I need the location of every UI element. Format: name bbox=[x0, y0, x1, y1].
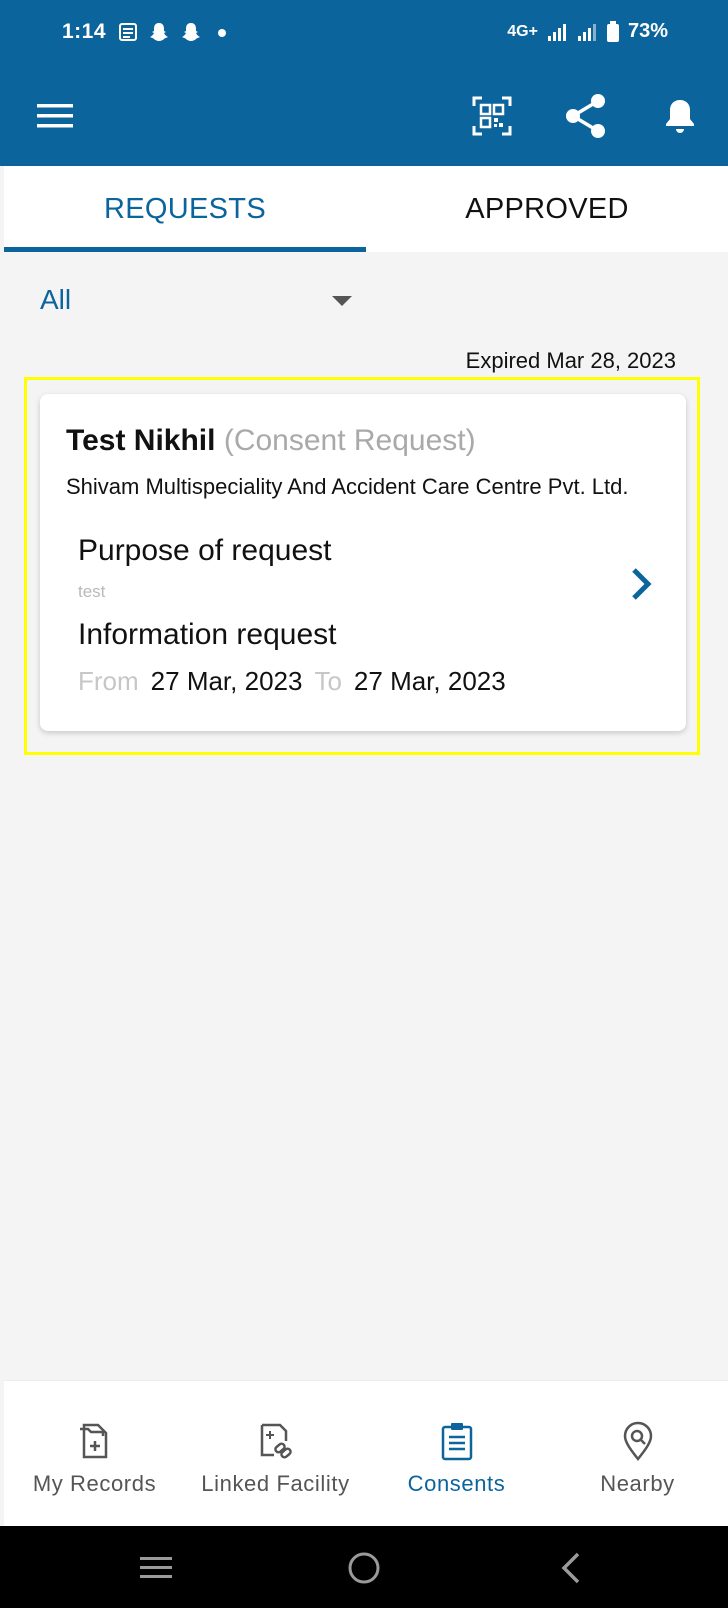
menu-button[interactable] bbox=[27, 88, 83, 144]
battery-level: 73% bbox=[627, 20, 668, 42]
facility-name: Shivam Multispeciality And Accident Care… bbox=[66, 474, 629, 499]
nav-label: Linked Facility bbox=[201, 1471, 350, 1496]
expired-label: Expired Mar 28, 2023 bbox=[465, 348, 676, 373]
menu-icon bbox=[37, 104, 73, 128]
nearby-icon bbox=[623, 1421, 652, 1461]
nav-label: Nearby bbox=[600, 1471, 675, 1496]
request-title: Test Nikhil (Consent Request) bbox=[66, 424, 476, 458]
home-icon bbox=[348, 1552, 380, 1584]
share-button[interactable] bbox=[558, 88, 614, 144]
network-type: 4G+ bbox=[507, 22, 538, 40]
status-bar: 1:14 4G+ 73% bbox=[0, 0, 728, 66]
recent-apps-icon bbox=[140, 1557, 172, 1578]
nav-linked-facility[interactable]: Linked Facility bbox=[185, 1381, 366, 1526]
bottom-navigation: My Records Linked Facility Consents Near… bbox=[4, 1380, 728, 1526]
to-label: To bbox=[314, 666, 342, 696]
nav-consents[interactable]: Consents bbox=[366, 1381, 547, 1526]
system-navigation-bar bbox=[0, 1526, 728, 1608]
filter-dropdown[interactable]: All bbox=[40, 276, 360, 324]
battery-icon bbox=[606, 20, 619, 42]
signal-icon bbox=[577, 23, 596, 41]
linked-facility-icon bbox=[260, 1423, 292, 1459]
app-bar bbox=[0, 66, 728, 166]
bell-icon bbox=[666, 100, 694, 133]
request-type: (Consent Request) bbox=[223, 424, 476, 457]
tab-requests[interactable]: REQUESTS bbox=[4, 166, 366, 252]
filter-selected: All bbox=[40, 284, 72, 315]
open-request-button[interactable] bbox=[624, 562, 660, 606]
home-button[interactable] bbox=[342, 1546, 386, 1590]
signal-icon bbox=[547, 23, 566, 41]
caret-down-icon bbox=[332, 296, 352, 306]
notification-icons bbox=[118, 21, 232, 43]
recent-apps-button[interactable] bbox=[134, 1546, 178, 1590]
back-icon bbox=[561, 1552, 580, 1584]
tab-approved[interactable]: APPROVED bbox=[366, 166, 728, 252]
from-date: 27 Mar, 2023 bbox=[150, 666, 303, 696]
news-icon bbox=[119, 23, 137, 41]
notifications-button[interactable] bbox=[652, 88, 708, 144]
status-right: 4G+ 73% bbox=[507, 20, 668, 43]
nav-nearby[interactable]: Nearby bbox=[547, 1381, 728, 1526]
qr-code-icon bbox=[472, 96, 512, 136]
information-request-label: Information request bbox=[78, 618, 337, 651]
purpose-label: Purpose of request bbox=[78, 534, 332, 567]
from-label: From bbox=[78, 666, 139, 696]
purpose-value: test bbox=[78, 582, 106, 601]
dot-icon bbox=[218, 29, 226, 37]
consent-tabs: REQUESTS APPROVED bbox=[4, 166, 728, 252]
nav-label: My Records bbox=[32, 1471, 157, 1496]
nav-my-records[interactable]: My Records bbox=[4, 1381, 185, 1526]
share-icon bbox=[566, 94, 605, 138]
consent-request-card[interactable]: Test Nikhil (Consent Request) Shivam Mul… bbox=[40, 394, 686, 731]
chevron-right-icon bbox=[632, 568, 652, 600]
snapchat-icon bbox=[150, 23, 168, 41]
requester-name: Test Nikhil bbox=[66, 424, 216, 457]
status-time: 1:14 bbox=[62, 20, 107, 43]
qr-code-button[interactable] bbox=[464, 88, 520, 144]
consents-icon bbox=[441, 1423, 472, 1461]
snapchat-icon bbox=[182, 23, 200, 41]
nav-label: Consents bbox=[407, 1471, 506, 1496]
records-icon bbox=[79, 1423, 107, 1459]
to-date: 27 Mar, 2023 bbox=[353, 666, 506, 696]
date-range: From 27 Mar, 2023 To 27 Mar, 2023 bbox=[78, 666, 506, 697]
back-button[interactable] bbox=[549, 1546, 593, 1590]
